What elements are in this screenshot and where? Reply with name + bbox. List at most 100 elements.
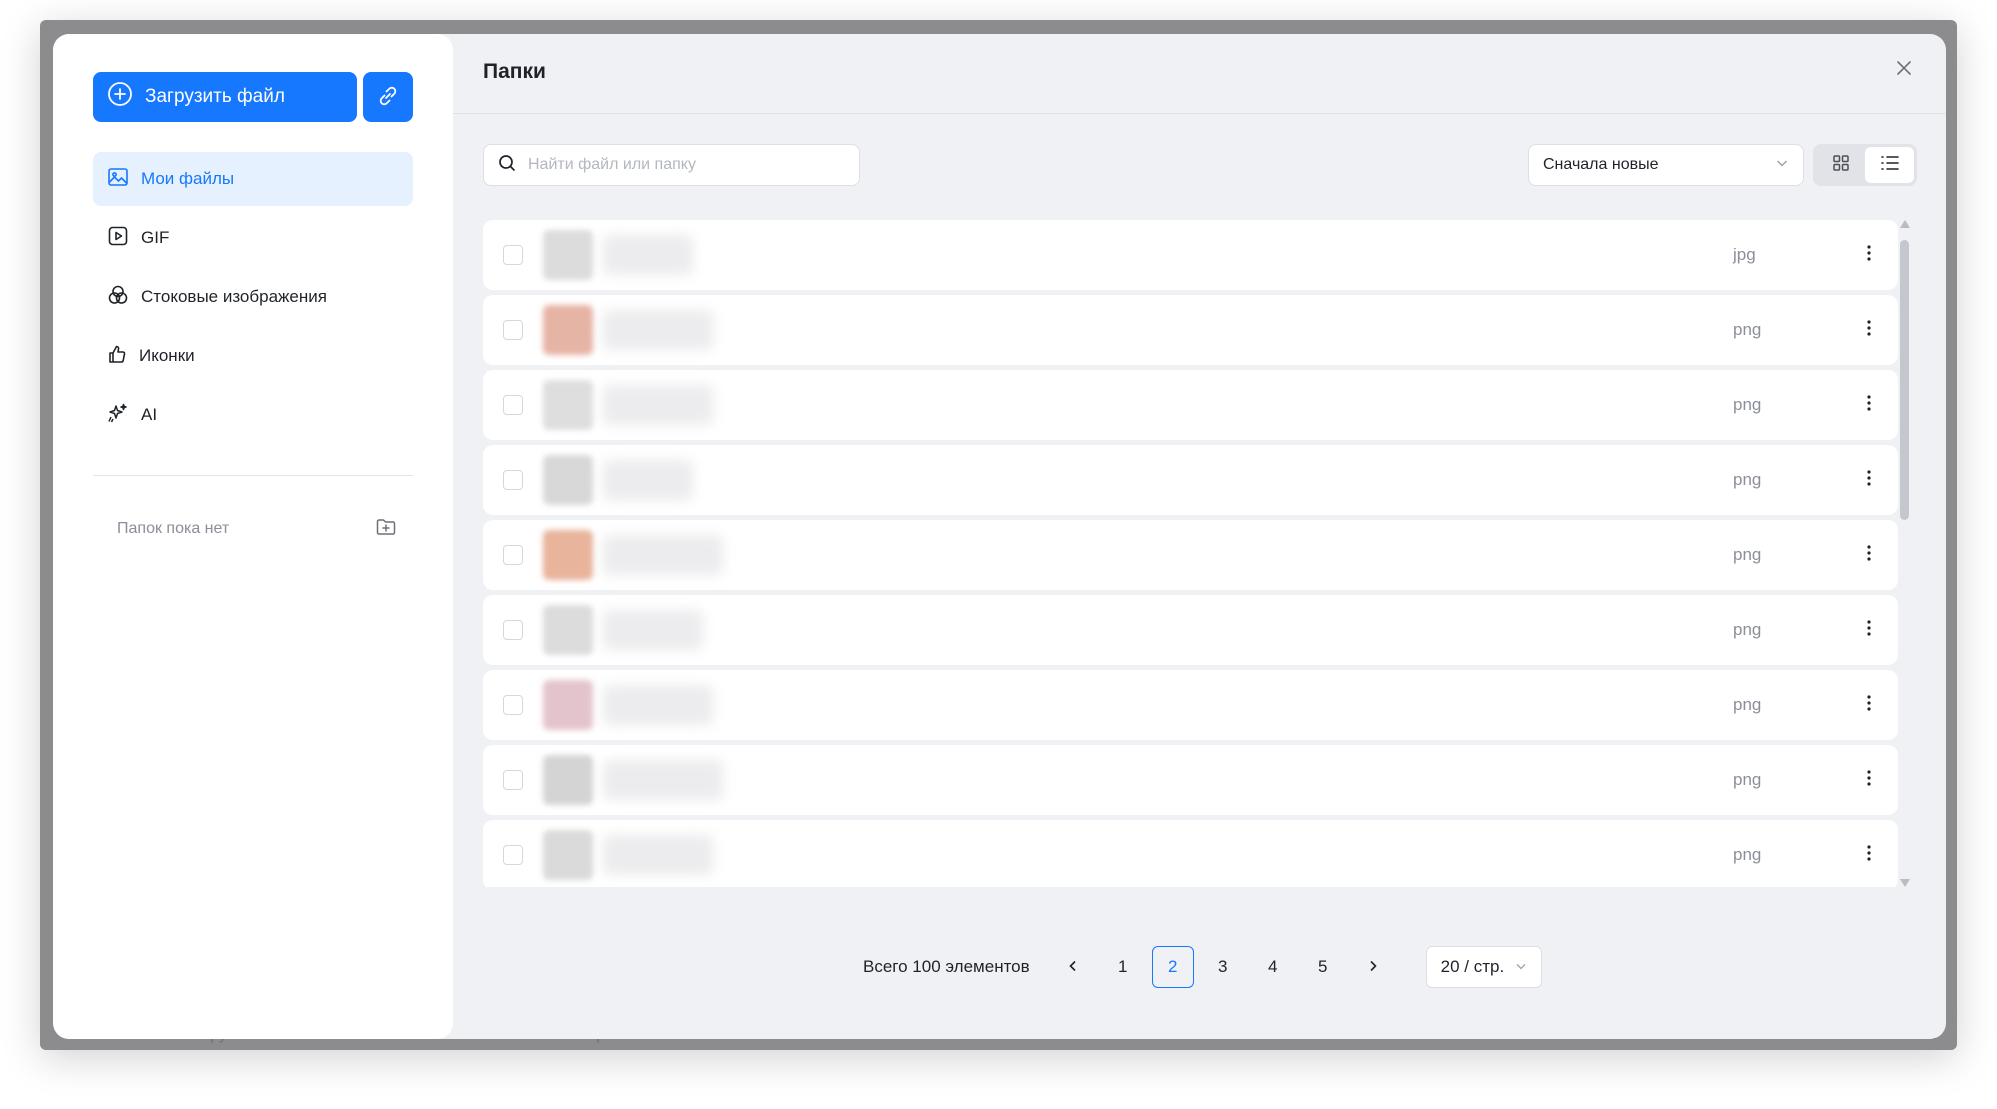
sort-select[interactable]: Сначала новые bbox=[1528, 144, 1804, 186]
file-row[interactable]: png bbox=[483, 370, 1898, 440]
file-thumbnail bbox=[543, 305, 593, 355]
sidebar-item-gif[interactable]: GIF bbox=[93, 211, 413, 265]
search-box bbox=[483, 144, 860, 186]
file-checkbox[interactable] bbox=[503, 545, 523, 565]
sidebar-nav: Мои файлы GIF Стоковые изображения Иконк… bbox=[93, 152, 413, 447]
file-name-blurred bbox=[603, 610, 703, 650]
main-panel: Папки Сначала новые bbox=[453, 34, 1946, 1039]
page-button[interactable]: 5 bbox=[1302, 946, 1344, 988]
sidebar-item-ai[interactable]: AI bbox=[93, 388, 413, 442]
grid-icon bbox=[1832, 154, 1850, 177]
play-square-icon bbox=[107, 225, 129, 252]
file-checkbox[interactable] bbox=[503, 695, 523, 715]
file-row[interactable]: png bbox=[483, 820, 1898, 887]
file-thumbnail bbox=[543, 530, 593, 580]
chevron-left-icon bbox=[1067, 957, 1079, 977]
more-vertical-icon bbox=[1867, 619, 1871, 641]
page-button[interactable]: 3 bbox=[1202, 946, 1244, 988]
header-divider bbox=[453, 113, 1946, 114]
page-title: Папки bbox=[483, 60, 546, 83]
more-actions-button[interactable] bbox=[1854, 460, 1884, 500]
file-row[interactable]: png bbox=[483, 520, 1898, 590]
more-actions-button[interactable] bbox=[1854, 835, 1884, 875]
more-vertical-icon bbox=[1867, 394, 1871, 416]
file-thumbnail bbox=[543, 455, 593, 505]
more-actions-button[interactable] bbox=[1854, 610, 1884, 650]
upload-actions: Загрузить файл bbox=[93, 72, 413, 122]
more-vertical-icon bbox=[1867, 769, 1871, 791]
file-row[interactable]: png bbox=[483, 595, 1898, 665]
file-row[interactable]: png bbox=[483, 745, 1898, 815]
circles-icon bbox=[107, 284, 129, 311]
file-name-blurred bbox=[603, 760, 723, 800]
file-extension: png bbox=[1733, 770, 1762, 789]
image-icon bbox=[107, 166, 129, 193]
page-button[interactable]: 4 bbox=[1252, 946, 1294, 988]
sparkles-icon bbox=[107, 402, 129, 429]
next-page-button[interactable] bbox=[1352, 946, 1394, 988]
file-checkbox[interactable] bbox=[503, 245, 523, 265]
chevron-down-icon bbox=[1515, 957, 1527, 977]
page-button-current[interactable]: 2 bbox=[1151, 946, 1194, 988]
file-name-blurred bbox=[603, 385, 713, 425]
sidebar-item-stock-images[interactable]: Стоковые изображения bbox=[93, 270, 413, 324]
sidebar-item-my-files[interactable]: Мои файлы bbox=[93, 152, 413, 206]
scrollbar[interactable] bbox=[1898, 220, 1912, 887]
chevron-right-icon bbox=[1367, 957, 1379, 977]
sort-value: Сначала новые bbox=[1543, 156, 1659, 173]
file-checkbox[interactable] bbox=[503, 845, 523, 865]
file-row[interactable]: png bbox=[483, 670, 1898, 740]
file-extension: png bbox=[1733, 470, 1762, 489]
pagination: Всего 100 элементов 1 2 3 4 5 20 / стр. bbox=[863, 946, 1542, 988]
more-actions-button[interactable] bbox=[1854, 310, 1884, 350]
chevron-down-icon bbox=[1775, 156, 1789, 175]
file-name-blurred bbox=[603, 685, 713, 725]
file-thumbnail bbox=[543, 755, 593, 805]
add-folder-icon[interactable] bbox=[375, 516, 397, 543]
folders-section: Папок пока нет bbox=[117, 514, 397, 544]
more-actions-button[interactable] bbox=[1854, 235, 1884, 275]
close-button[interactable] bbox=[1888, 54, 1920, 86]
file-name-blurred bbox=[603, 310, 713, 350]
file-name-blurred bbox=[603, 460, 693, 500]
file-thumbnail bbox=[543, 380, 593, 430]
upload-file-button[interactable]: Загрузить файл bbox=[93, 72, 357, 122]
file-row[interactable]: png bbox=[483, 295, 1898, 365]
file-checkbox[interactable] bbox=[503, 770, 523, 790]
scroll-up-icon[interactable] bbox=[1900, 220, 1910, 228]
file-list: jpg png png png png png png png png bbox=[483, 220, 1898, 887]
list-icon bbox=[1880, 154, 1900, 177]
sidebar-item-label: GIF bbox=[141, 228, 170, 247]
file-row[interactable]: png bbox=[483, 445, 1898, 515]
file-name-blurred bbox=[603, 235, 693, 275]
file-checkbox[interactable] bbox=[503, 470, 523, 490]
file-row[interactable]: jpg bbox=[483, 220, 1898, 290]
sidebar-item-icons[interactable]: Иконки bbox=[93, 329, 413, 383]
more-vertical-icon bbox=[1867, 844, 1871, 866]
sidebar-item-label: Стоковые изображения bbox=[141, 287, 327, 306]
file-checkbox[interactable] bbox=[503, 395, 523, 415]
more-actions-button[interactable] bbox=[1854, 685, 1884, 725]
more-actions-button[interactable] bbox=[1854, 385, 1884, 425]
more-actions-button[interactable] bbox=[1854, 535, 1884, 575]
prev-page-button[interactable] bbox=[1052, 946, 1094, 988]
list-view-button[interactable] bbox=[1865, 147, 1914, 183]
file-checkbox[interactable] bbox=[503, 620, 523, 640]
scrollbar-thumb[interactable] bbox=[1900, 240, 1909, 520]
page-button[interactable]: 1 bbox=[1102, 946, 1144, 988]
folders-empty-text: Папок пока нет bbox=[117, 520, 230, 537]
file-checkbox[interactable] bbox=[503, 320, 523, 340]
file-thumbnail bbox=[543, 230, 593, 280]
more-vertical-icon bbox=[1867, 319, 1871, 341]
file-thumbnail bbox=[543, 830, 593, 880]
page-size-select[interactable]: 20 / стр. bbox=[1425, 946, 1542, 988]
upload-by-link-button[interactable] bbox=[363, 72, 413, 122]
search-input[interactable] bbox=[528, 156, 828, 174]
scroll-down-icon[interactable] bbox=[1900, 879, 1910, 887]
more-vertical-icon bbox=[1867, 244, 1871, 266]
close-icon bbox=[1896, 60, 1912, 81]
file-extension: png bbox=[1733, 395, 1762, 414]
more-actions-button[interactable] bbox=[1854, 760, 1884, 800]
grid-view-button[interactable] bbox=[1816, 147, 1865, 183]
file-thumbnail bbox=[543, 605, 593, 655]
